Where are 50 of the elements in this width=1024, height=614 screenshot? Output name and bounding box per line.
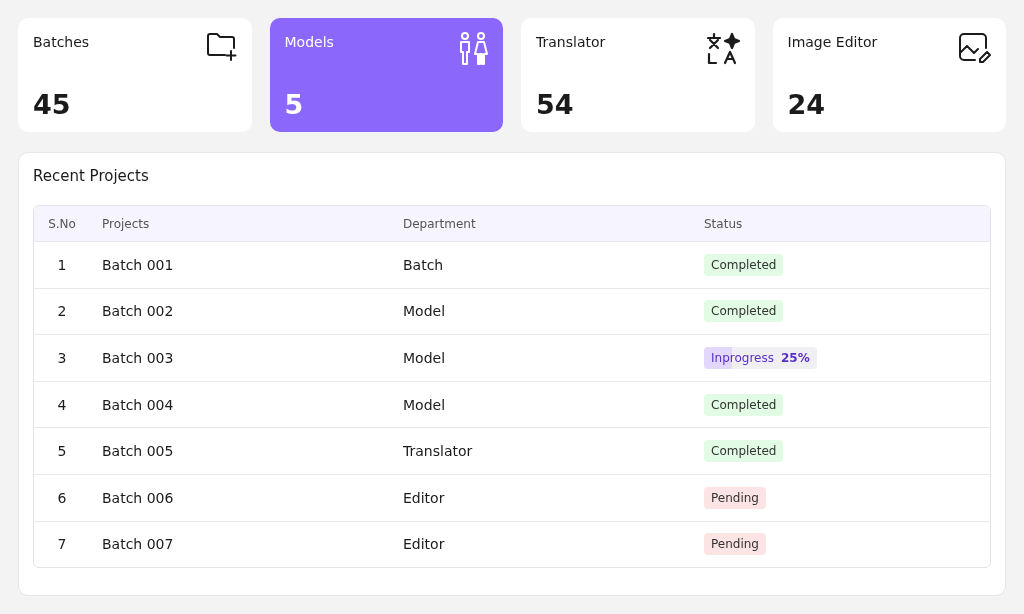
status-badge: Completed <box>704 253 784 276</box>
table-cell-text: 6 <box>56 489 68 506</box>
table-cell-text: Batch 004 <box>101 396 175 413</box>
table-cell-text: 2 <box>56 303 68 320</box>
column-header: S.No <box>47 216 77 231</box>
column-header: Department <box>403 216 477 231</box>
card-value: 54 <box>536 89 575 120</box>
table-cell-text: Batch 001 <box>101 256 175 273</box>
table-cell-text: 7 <box>56 536 68 553</box>
table-cell-text: 1 <box>56 256 68 273</box>
table-cell-text: Batch <box>403 256 445 273</box>
table-cell-text: Editor <box>403 489 446 506</box>
column-header: Projects <box>101 216 151 231</box>
panel-title: Recent Projects <box>33 167 150 185</box>
card-label: Models <box>284 34 334 50</box>
card-value: 5 <box>284 89 305 120</box>
table-cell-text: Model <box>403 350 447 366</box>
status-badge: Completed <box>704 300 784 323</box>
translate-icon <box>704 32 741 66</box>
table-cell-text: Batch 003 <box>101 350 175 366</box>
table-cell-text: Batch 006 <box>101 489 175 506</box>
card-label: Batches <box>33 34 90 50</box>
table-cell-text: Batch 007 <box>101 536 175 553</box>
table-cell-text: Model <box>403 396 447 413</box>
table-cell-text: Editor <box>403 536 446 553</box>
table-cell-text: 3 <box>56 350 68 366</box>
card-value: 24 <box>787 89 827 120</box>
status-badge: Pending <box>704 533 766 556</box>
card-value: 45 <box>33 89 72 120</box>
table-cell-text: Batch 002 <box>101 303 175 320</box>
stat-card[interactable]: Batches 45 <box>18 18 252 132</box>
card-label: Translator <box>536 34 606 50</box>
table-cell-text: Batch 005 <box>101 443 175 460</box>
table-cell-text: 5 <box>56 443 68 460</box>
stat-card[interactable]: Image Editor 24 <box>772 18 1006 132</box>
column-header: Status <box>704 216 744 231</box>
progress-percent: 25% <box>780 351 810 365</box>
folder-plus-icon <box>205 32 238 62</box>
table-cell-text: Model <box>403 303 447 320</box>
table-cell-text: Translator <box>403 443 474 460</box>
status-badge: Pending <box>704 486 766 509</box>
people-icon <box>457 32 489 66</box>
table-cell-text: 4 <box>56 396 68 413</box>
card-label: Image Editor <box>787 34 878 50</box>
stat-card[interactable]: Translator 54 <box>521 18 755 132</box>
image-edit-icon <box>958 32 992 66</box>
status-badge: Completed <box>704 440 784 463</box>
stat-card[interactable]: Models 5 <box>269 18 503 132</box>
status-badge: Completed <box>704 393 784 416</box>
progress-label: Inprogress <box>711 351 774 365</box>
